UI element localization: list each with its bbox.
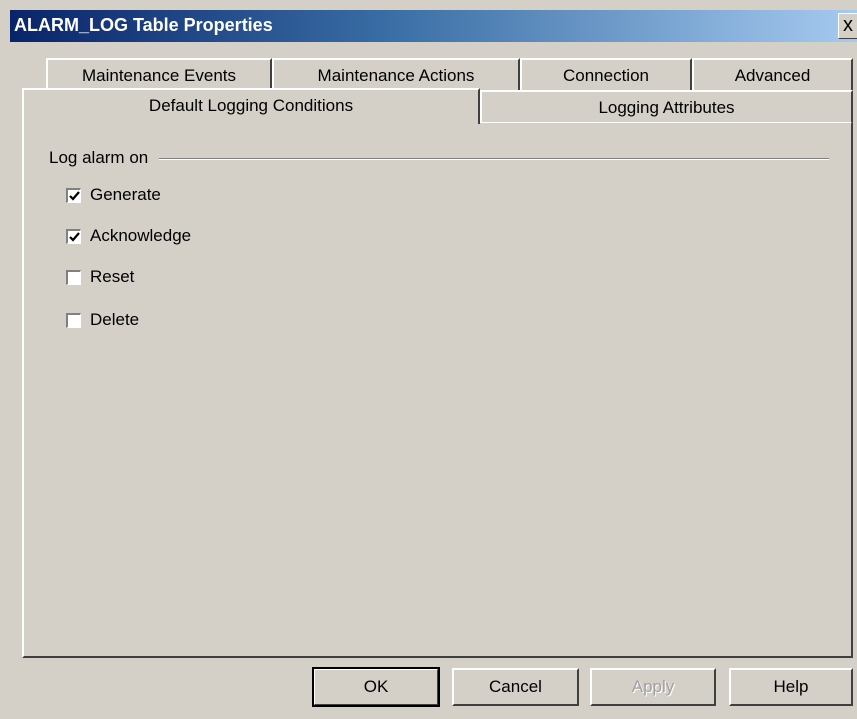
checkbox-box[interactable] (66, 228, 81, 244)
help-button[interactable]: Help (729, 668, 853, 706)
checkbox-box[interactable] (66, 187, 81, 203)
tab-label: Maintenance Actions (317, 66, 475, 85)
checkmark-icon (69, 231, 80, 242)
delete-checkbox[interactable]: Delete (66, 309, 139, 331)
close-icon: x (843, 14, 853, 36)
reset-label: Reset (90, 267, 135, 286)
group-divider (159, 158, 829, 160)
tab-label: Default Logging Conditions (148, 96, 354, 115)
generate-label: Generate (90, 185, 161, 204)
acknowledge-label: Acknowledge (90, 226, 192, 245)
close-button[interactable]: x (838, 13, 857, 39)
delete-label: Delete (90, 310, 140, 329)
tab-connection[interactable]: Connection (520, 58, 692, 90)
checkmark-icon (69, 190, 80, 201)
title-bar: ALARM_LOG Table Properties x (10, 10, 857, 42)
tab-logging-attributes[interactable]: Logging Attributes (480, 90, 853, 122)
ok-button[interactable]: OK (312, 667, 440, 707)
checkbox-box[interactable] (66, 312, 81, 328)
group-label: Log alarm on (49, 148, 149, 167)
tab-maintenance-events[interactable]: Maintenance Events (46, 58, 272, 90)
tab-label: Maintenance Events (81, 66, 237, 85)
apply-button[interactable]: Apply (590, 668, 716, 706)
tab-advanced[interactable]: Advanced (692, 58, 853, 90)
cancel-button[interactable]: Cancel (452, 668, 579, 706)
acknowledge-checkbox[interactable]: Acknowledge (66, 225, 191, 247)
checkbox-box[interactable] (66, 269, 81, 285)
reset-checkbox[interactable]: Reset (66, 266, 134, 288)
generate-checkbox[interactable]: Generate (66, 184, 161, 206)
tab-label: Logging Attributes (598, 98, 735, 117)
tab-label: Connection (562, 66, 649, 85)
window-title: ALARM_LOG Table Properties (14, 15, 273, 35)
tab-label: Advanced (734, 66, 811, 85)
tab-panel: Log alarm on Generate Acknowledge Reset … (22, 121, 853, 658)
tab-default-logging-conditions[interactable]: Default Logging Conditions (22, 88, 480, 124)
tab-maintenance-actions[interactable]: Maintenance Actions (272, 58, 520, 90)
